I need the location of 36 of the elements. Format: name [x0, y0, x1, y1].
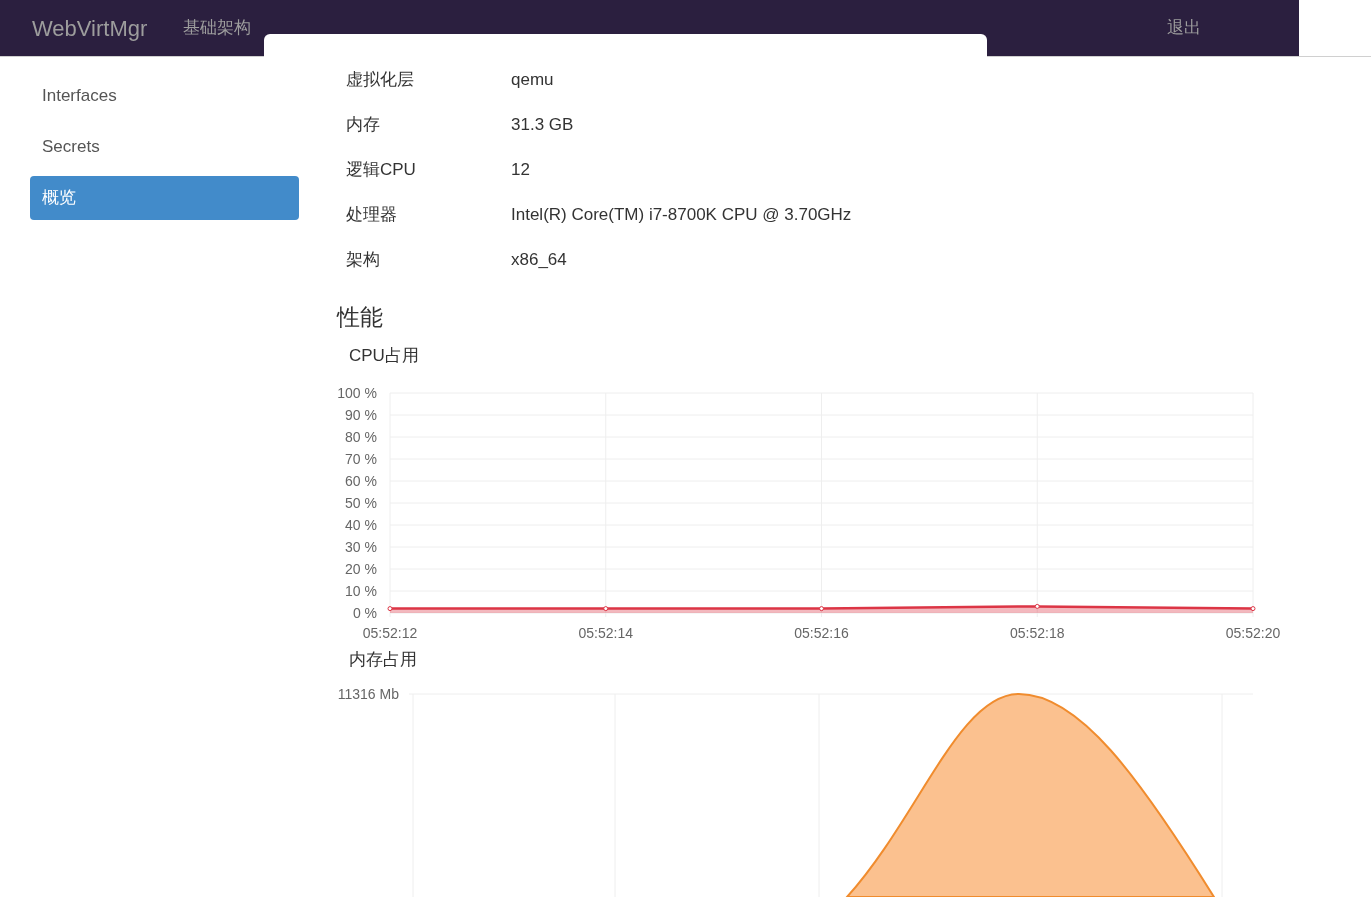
info-value: 12	[511, 158, 530, 181]
logout-link[interactable]: 退出	[1167, 15, 1201, 41]
axis-label: 40 %	[345, 517, 377, 533]
nav-link[interactable]: 基础架构	[183, 15, 252, 41]
axis-label: 11316 Mb	[337, 685, 399, 702]
info-value: qemu	[511, 68, 554, 91]
axis-label: 05:52:14	[578, 625, 633, 641]
info-value: 31.3 GB	[511, 113, 574, 136]
axis-label: 70 %	[345, 451, 377, 467]
sidebar-item[interactable]: Interfaces	[30, 74, 299, 118]
axis-label: 0 %	[352, 605, 377, 621]
info-label: 虚拟化层	[345, 68, 415, 91]
sidebar-item[interactable]: 概览	[30, 176, 299, 220]
info-label: 内存	[345, 113, 381, 136]
axis-label: 05:52:20	[1225, 625, 1281, 641]
axis-label: 100 %	[337, 385, 377, 401]
info-value: x86_64	[511, 248, 567, 271]
info-label: 架构	[345, 248, 381, 271]
axis-label: 05:52:12	[362, 625, 418, 641]
info-value: Intel(R) Core(TM) i7-8700K CPU @ 3.70GHz	[511, 203, 852, 226]
axis-label: 60 %	[345, 473, 377, 489]
axis-label: 20 %	[345, 561, 377, 577]
axis-label: 90 %	[345, 407, 377, 423]
info-label: 逻辑CPU	[345, 158, 417, 181]
sidebar-item[interactable]: Secrets	[30, 125, 299, 169]
axis-label: 50 %	[345, 495, 377, 511]
axis-label: 05:52:16	[794, 625, 849, 641]
axis-label: 30 %	[345, 539, 377, 555]
axis-label: 10 %	[345, 583, 377, 599]
section-heading: 性能	[337, 303, 384, 332]
info-label: 处理器	[345, 203, 398, 226]
brand-title[interactable]: WebVirtMgr	[32, 11, 148, 45]
chart-title: 内存占用	[349, 649, 418, 671]
axis-label: 80 %	[345, 429, 377, 445]
axis-label: 05:52:18	[1010, 625, 1065, 641]
chart-title: CPU占用	[349, 344, 420, 367]
